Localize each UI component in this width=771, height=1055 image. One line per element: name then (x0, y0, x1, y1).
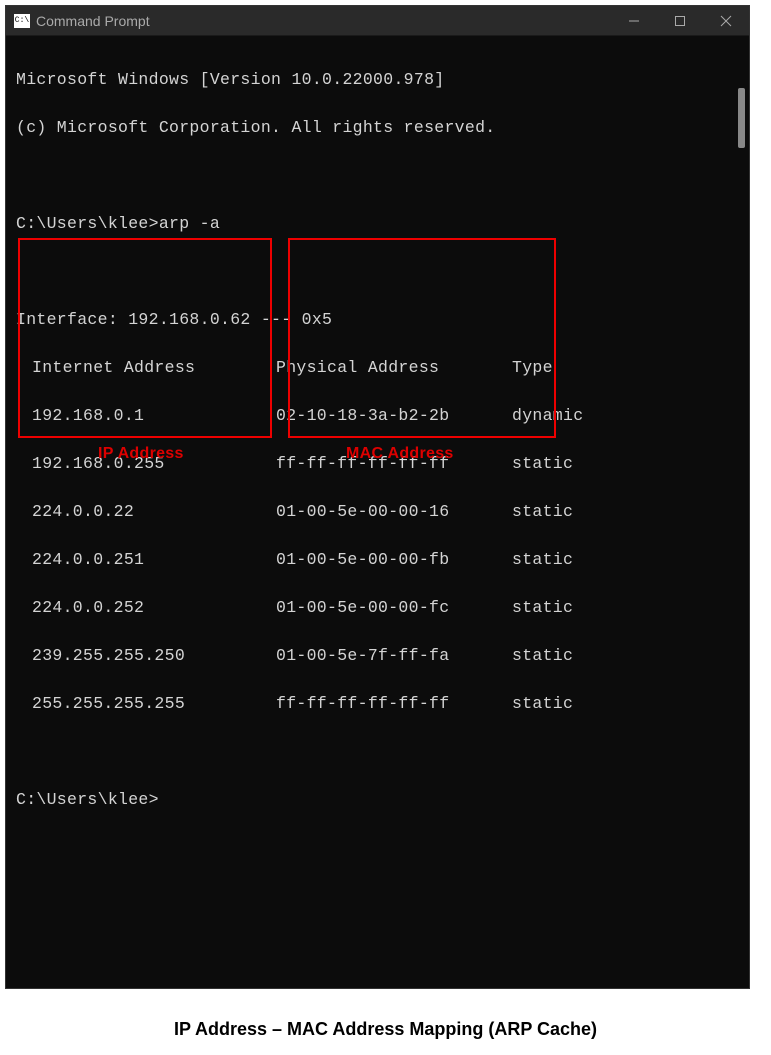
table-row: 224.0.0.25101-00-5e-00-00-fbstatic (16, 548, 739, 572)
version-line: Microsoft Windows [Version 10.0.22000.97… (16, 68, 739, 92)
table-row: 224.0.0.25201-00-5e-00-00-fcstatic (16, 596, 739, 620)
cmd-icon (14, 14, 30, 28)
titlebar[interactable]: Command Prompt (6, 6, 749, 36)
minimize-button[interactable] (611, 6, 657, 35)
window-controls (611, 6, 749, 35)
terminal-area[interactable]: Microsoft Windows [Version 10.0.22000.97… (6, 36, 749, 988)
prompt-command: arp -a (159, 214, 220, 233)
table-row: 239.255.255.25001-00-5e-7f-ff-fastatic (16, 644, 739, 668)
copyright-line: (c) Microsoft Corporation. All rights re… (16, 116, 739, 140)
table-row: 255.255.255.255ff-ff-ff-ff-ff-ffstatic (16, 692, 739, 716)
close-button[interactable] (703, 6, 749, 35)
prompt-path: C:\Users\klee> (16, 214, 159, 233)
prompt-path: C:\Users\klee> (16, 788, 739, 812)
window-title: Command Prompt (36, 13, 611, 29)
annotation-label-mac: MAC Address (346, 442, 454, 466)
annotation-box-ip (18, 238, 272, 438)
annotation-box-mac (288, 238, 556, 438)
scrollbar-thumb[interactable] (738, 88, 745, 148)
command-prompt-window: Command Prompt Microsoft Windows [Versio… (5, 5, 750, 989)
maximize-button[interactable] (657, 6, 703, 35)
table-row: 224.0.0.2201-00-5e-00-00-16static (16, 500, 739, 524)
figure-caption: IP Address – MAC Address Mapping (ARP Ca… (0, 1019, 771, 1040)
annotation-label-ip: IP Address (98, 442, 184, 466)
